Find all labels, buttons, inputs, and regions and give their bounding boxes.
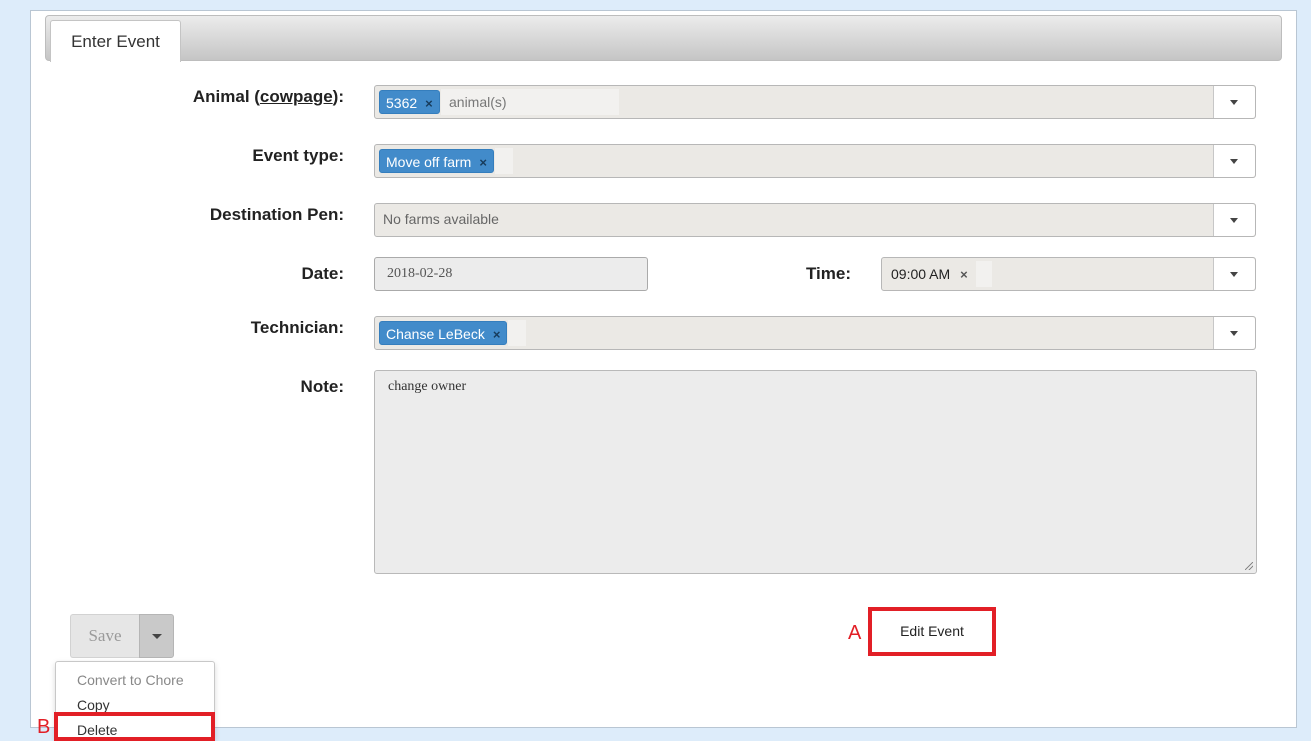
animal-search-area[interactable]: animal(s) xyxy=(441,89,619,115)
technician-chip[interactable]: Chanse LeBeck × xyxy=(379,321,508,347)
chevron-down-icon[interactable] xyxy=(1213,86,1255,118)
technician-select[interactable]: Chanse LeBeck × xyxy=(374,316,1256,350)
destination-pen-label: Destination Pen: xyxy=(209,205,344,224)
chevron-down-icon[interactable] xyxy=(1213,145,1255,177)
animal-label: Animal (cowpage): xyxy=(0,87,344,107)
remove-icon[interactable]: × xyxy=(479,151,487,175)
tab-bar xyxy=(45,15,1282,61)
resize-grip-icon[interactable] xyxy=(1245,562,1253,570)
animal-label-prefix: Animal ( xyxy=(192,87,260,106)
time-chip[interactable]: 09:00 AM × xyxy=(891,262,968,286)
time-chip-label: 09:00 AM xyxy=(891,266,951,282)
animal-chip-label: 5362 xyxy=(386,95,418,111)
note-textarea[interactable]: change owner xyxy=(374,370,1257,574)
time-search-area[interactable] xyxy=(976,261,992,287)
event-type-search-area[interactable] xyxy=(495,148,513,174)
destination-pen-value: No farms available xyxy=(383,211,499,227)
annotation-box-a xyxy=(868,607,996,656)
annotation-label-a: A xyxy=(848,622,862,644)
chevron-down-icon[interactable] xyxy=(1213,258,1255,290)
annotation-box-b xyxy=(54,712,215,741)
annotation-label-b: B xyxy=(37,716,51,738)
event-type-label: Event type: xyxy=(252,146,344,165)
save-dropdown-toggle[interactable] xyxy=(139,614,174,658)
remove-icon[interactable]: × xyxy=(960,267,968,282)
date-label: Date: xyxy=(301,264,344,283)
technician-search-area[interactable] xyxy=(508,320,526,346)
chevron-down-icon[interactable] xyxy=(1213,317,1255,349)
technician-label: Technician: xyxy=(250,318,344,337)
chevron-down-icon[interactable] xyxy=(1213,204,1255,236)
note-label: Note: xyxy=(300,377,344,396)
remove-icon[interactable]: × xyxy=(493,323,501,347)
menu-item-convert-to-chore[interactable]: Convert to Chore xyxy=(77,672,184,688)
cowpage-link[interactable]: cowpage xyxy=(260,87,333,106)
note-value: change owner xyxy=(388,379,467,394)
event-type-chip-label: Move off farm xyxy=(386,154,472,170)
animal-chip[interactable]: 5362 × xyxy=(379,90,440,114)
time-label: Time: xyxy=(805,264,851,283)
destination-pen-select[interactable]: No farms available xyxy=(374,203,1256,237)
animal-label-suffix: ): xyxy=(332,87,344,106)
event-type-chip[interactable]: Move off farm × xyxy=(379,149,494,173)
save-button[interactable]: Save xyxy=(70,614,139,658)
animal-placeholder: animal(s) xyxy=(449,94,507,110)
remove-icon[interactable]: × xyxy=(425,92,433,116)
tab-enter-event[interactable]: Enter Event xyxy=(50,20,181,62)
time-select[interactable]: 09:00 AM × xyxy=(881,257,1256,291)
animal-select[interactable]: 5362 × animal(s) xyxy=(374,85,1256,119)
technician-chip-label: Chanse LeBeck xyxy=(386,326,485,342)
event-type-select[interactable]: Move off farm × xyxy=(374,144,1256,178)
menu-item-copy[interactable]: Copy xyxy=(77,697,110,713)
